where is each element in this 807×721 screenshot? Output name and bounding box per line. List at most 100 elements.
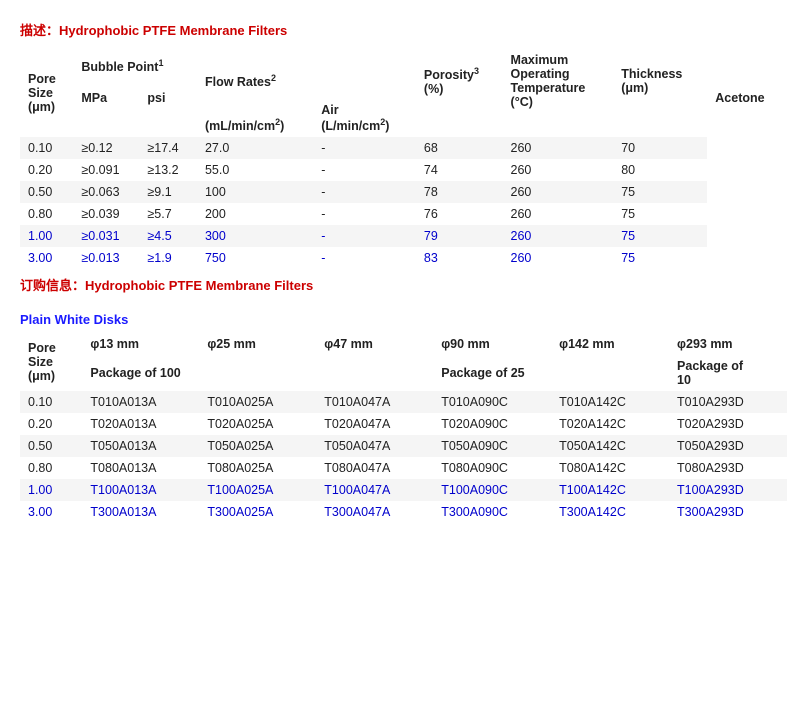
table1-cell: 79 bbox=[416, 225, 503, 247]
table2-cell: T050A090C bbox=[433, 435, 551, 457]
table2-cell: T100A013A bbox=[82, 479, 199, 501]
table2-cell: T300A047A bbox=[316, 501, 433, 523]
table2-cell: 3.00 bbox=[20, 501, 82, 523]
table2-cell: T010A142C bbox=[551, 391, 669, 413]
order-info: 订购信息：Hydrophobic PTFE Membrane Filters bbox=[20, 275, 787, 294]
table1-cell: ≥9.1 bbox=[139, 181, 197, 203]
table2-cell: T020A047A bbox=[316, 413, 433, 435]
col-header-max-temp: MaximumOperatingTemperature(°C) bbox=[503, 49, 614, 113]
col-header-thickness2 bbox=[613, 113, 707, 137]
table1-cell: 260 bbox=[503, 181, 614, 203]
table1-cell: 260 bbox=[503, 247, 614, 269]
table2-cell: T300A090C bbox=[433, 501, 551, 523]
col2-header-phi47: φ47 mm bbox=[316, 333, 433, 355]
table2-cell: T100A025A bbox=[199, 479, 316, 501]
table1-cell: ≥5.7 bbox=[139, 203, 197, 225]
plain-white-title: Plain White Disks bbox=[20, 312, 787, 327]
table1-cell: ≥17.4 bbox=[139, 137, 197, 159]
table2-cell: T080A293D bbox=[669, 457, 787, 479]
col2-pkg100: Package of 100 bbox=[82, 355, 433, 391]
table1-cell: 260 bbox=[503, 203, 614, 225]
table1-cell: 75 bbox=[613, 181, 707, 203]
col-header-pore-size: PoreSize(μm) bbox=[20, 49, 73, 137]
table2-cell: T080A025A bbox=[199, 457, 316, 479]
col-header-porosity2 bbox=[416, 113, 503, 137]
table1-cell: 0.10 bbox=[20, 137, 73, 159]
col-header-bubble-point: Bubble Point1 bbox=[73, 49, 197, 82]
table2-cell: 0.20 bbox=[20, 413, 82, 435]
col-header-porosity: Porosity3(%) bbox=[416, 49, 503, 113]
table2-cell: T100A293D bbox=[669, 479, 787, 501]
table1-cell: ≥1.9 bbox=[139, 247, 197, 269]
table2-cell: T080A013A bbox=[82, 457, 199, 479]
table2-cell: 0.50 bbox=[20, 435, 82, 457]
table2-cell: T080A047A bbox=[316, 457, 433, 479]
table1-cell: ≥0.063 bbox=[73, 181, 139, 203]
col-header-acetone-unit: (mL/min/cm2) bbox=[197, 113, 313, 137]
col-header-thickness: Thickness(μm) bbox=[613, 49, 707, 113]
table1-cell: 76 bbox=[416, 203, 503, 225]
table1-cell: 260 bbox=[503, 225, 614, 247]
table2-cell: T080A090C bbox=[433, 457, 551, 479]
col2-header-phi293: φ293 mm bbox=[669, 333, 787, 355]
table2-cell: T050A025A bbox=[199, 435, 316, 457]
table2-cell: T050A293D bbox=[669, 435, 787, 457]
col-header-mpa: MPa bbox=[73, 82, 139, 113]
table2-cell: 1.00 bbox=[20, 479, 82, 501]
col-header-mpa2 bbox=[73, 113, 139, 137]
table1-cell: 0.50 bbox=[20, 181, 73, 203]
table1-cell: 100 bbox=[197, 181, 313, 203]
table1-cell: 0.80 bbox=[20, 203, 73, 225]
table1-cell: ≥4.5 bbox=[139, 225, 197, 247]
table1-cell: ≥13.2 bbox=[139, 159, 197, 181]
table1-cell: ≥0.12 bbox=[73, 137, 139, 159]
table2-cell: T010A293D bbox=[669, 391, 787, 413]
table1-cell: - bbox=[313, 159, 416, 181]
col2-header-pore: PoreSize(μm) bbox=[20, 333, 82, 391]
table2-cell: T100A142C bbox=[551, 479, 669, 501]
table1-cell: 300 bbox=[197, 225, 313, 247]
table2-cell: T020A090C bbox=[433, 413, 551, 435]
table1-cell: 200 bbox=[197, 203, 313, 225]
table2-cell: T300A293D bbox=[669, 501, 787, 523]
table1-cell: 260 bbox=[503, 159, 614, 181]
table2-cell: T020A013A bbox=[82, 413, 199, 435]
table1-cell: - bbox=[313, 203, 416, 225]
table2-cell: T050A047A bbox=[316, 435, 433, 457]
table1-cell: 70 bbox=[613, 137, 707, 159]
table2-cell: T020A025A bbox=[199, 413, 316, 435]
col2-header-phi25: φ25 mm bbox=[199, 333, 316, 355]
table1-cell: 27.0 bbox=[197, 137, 313, 159]
table1-cell: 3.00 bbox=[20, 247, 73, 269]
col-header-air: Air(L/min/cm2) bbox=[313, 49, 416, 137]
table1-cell: - bbox=[313, 181, 416, 203]
table2-cell: T010A047A bbox=[316, 391, 433, 413]
table2-cell: T020A293D bbox=[669, 413, 787, 435]
col2-pkg25: Package of 25 bbox=[433, 355, 669, 391]
table2-cell: T010A090C bbox=[433, 391, 551, 413]
table1-cell: ≥0.013 bbox=[73, 247, 139, 269]
table2-cell: T010A013A bbox=[82, 391, 199, 413]
table1-cell: 68 bbox=[416, 137, 503, 159]
table1-cell: - bbox=[313, 137, 416, 159]
table2-cell: T300A013A bbox=[82, 501, 199, 523]
col2-header-phi90: φ90 mm bbox=[433, 333, 551, 355]
col-header-flow-rates: Flow Rates2 bbox=[197, 49, 313, 113]
table2-cell: 0.10 bbox=[20, 391, 82, 413]
table1-cell: 750 bbox=[197, 247, 313, 269]
table1-cell: ≥0.031 bbox=[73, 225, 139, 247]
col2-header-phi13: φ13 mm bbox=[82, 333, 199, 355]
table1-cell: 260 bbox=[503, 137, 614, 159]
col-header-psi2 bbox=[139, 113, 197, 137]
table2-cell: T010A025A bbox=[199, 391, 316, 413]
products-table: PoreSize(μm) φ13 mm φ25 mm φ47 mm φ90 mm… bbox=[20, 333, 787, 523]
table1-cell: ≥0.039 bbox=[73, 203, 139, 225]
table1-cell: 0.20 bbox=[20, 159, 73, 181]
table2-cell: T300A142C bbox=[551, 501, 669, 523]
table1-cell: 80 bbox=[613, 159, 707, 181]
table1-cell: 74 bbox=[416, 159, 503, 181]
col-header-acetone: Acetone bbox=[707, 82, 787, 113]
table1-cell: 1.00 bbox=[20, 225, 73, 247]
properties-table: PoreSize(μm) Bubble Point1 Flow Rates2 A… bbox=[20, 49, 787, 269]
table1-cell: ≥0.091 bbox=[73, 159, 139, 181]
